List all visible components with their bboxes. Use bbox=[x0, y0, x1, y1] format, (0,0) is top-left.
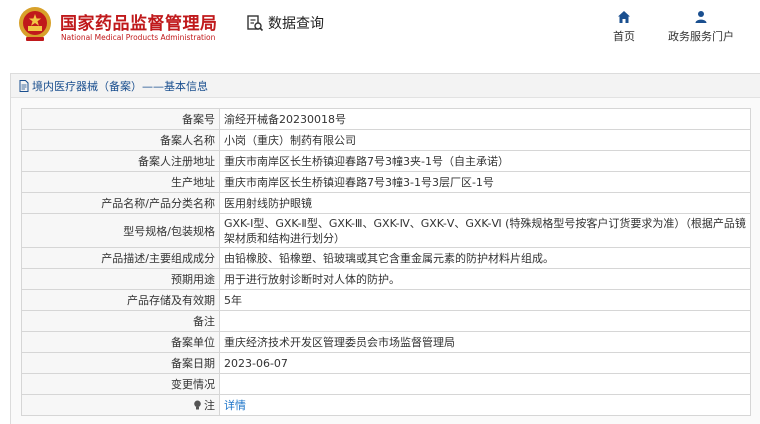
table-row: 备案号 渝经开械备20230018号 bbox=[21, 108, 751, 130]
row-value: 5年 bbox=[219, 289, 751, 311]
row-label: 产品名称/产品分类名称 bbox=[21, 192, 220, 214]
row-value: 重庆市南岸区长生桥镇迎春路7号3幢3-1号3层厂区-1号 bbox=[219, 171, 751, 193]
row-value: 由铅橡胶、铅橡塑、铅玻璃或其它含重金属元素的防护材料片组成。 bbox=[219, 247, 751, 269]
table-row: 产品名称/产品分类名称 医用射线防护眼镜 bbox=[21, 192, 751, 214]
row-label: 备案人注册地址 bbox=[21, 150, 220, 172]
row-label: 备案人名称 bbox=[21, 129, 220, 151]
table-row: 备案人名称 小岗（重庆）制药有限公司 bbox=[21, 129, 751, 151]
site-title-en[interactable]: National Medical Products Administration bbox=[61, 33, 215, 42]
table-row: 备案单位 重庆经济技术开发区管理委员会市场监督管理局 bbox=[21, 331, 751, 353]
row-label: 注 bbox=[204, 399, 215, 412]
user-icon bbox=[695, 11, 707, 23]
table-row: 注 详情 bbox=[21, 394, 751, 416]
row-label: 产品存储及有效期 bbox=[21, 289, 220, 311]
nav-portal-label: 政务服务门户 bbox=[668, 30, 734, 43]
table-row: 型号规格/包装规格 GXK-Ⅰ型、GXK-Ⅱ型、GXK-Ⅲ、GXK-Ⅳ、GXK-… bbox=[21, 213, 751, 248]
row-value bbox=[219, 373, 751, 395]
table-row: 备案日期 2023-06-07 bbox=[21, 352, 751, 374]
row-label: 型号规格/包装规格 bbox=[21, 213, 220, 248]
data-query-link[interactable]: 数据查询 bbox=[246, 13, 324, 33]
row-label: 备案号 bbox=[21, 108, 220, 130]
data-query-label: 数据查询 bbox=[268, 16, 324, 32]
row-value: 医用射线防护眼镜 bbox=[219, 192, 751, 214]
nav-home[interactable]: 首页 bbox=[608, 10, 640, 44]
home-icon bbox=[618, 11, 630, 23]
info-panel: 境内医疗器械（备案）——基本信息 备案号 渝经开械备20230018号 备案人名… bbox=[10, 73, 760, 424]
row-label: 生产地址 bbox=[21, 171, 220, 193]
search-doc-icon bbox=[247, 15, 264, 32]
table-row: 产品描述/主要组成成分 由铅橡胶、铅橡塑、铅玻璃或其它含重金属元素的防护材料片组… bbox=[21, 247, 751, 269]
row-value: 小岗（重庆）制药有限公司 bbox=[219, 129, 751, 151]
row-value: 用于进行放射诊断时对人体的防护。 bbox=[219, 268, 751, 290]
row-value: 2023-06-07 bbox=[219, 352, 751, 374]
national-emblem-icon bbox=[19, 7, 51, 41]
details-link[interactable]: 详情 bbox=[224, 399, 246, 412]
document-icon bbox=[19, 79, 29, 92]
row-label: 预期用途 bbox=[21, 268, 220, 290]
note-label-cell: 注 bbox=[21, 394, 220, 416]
row-value: 详情 bbox=[219, 394, 751, 416]
table-row: 变更情况 bbox=[21, 373, 751, 395]
row-value bbox=[219, 310, 751, 332]
lightbulb-icon bbox=[194, 400, 201, 410]
panel-title: 境内医疗器械（备案）——基本信息 bbox=[11, 74, 760, 98]
table-row: 备案人注册地址 重庆市南岸区长生桥镇迎春路7号3幢3夹-1号（自主承诺） bbox=[21, 150, 751, 172]
row-value: 重庆市南岸区长生桥镇迎春路7号3幢3夹-1号（自主承诺） bbox=[219, 150, 751, 172]
row-label: 备案日期 bbox=[21, 352, 220, 374]
row-label: 备注 bbox=[21, 310, 220, 332]
site-header: 国家药品监督管理局 National Medical Products Admi… bbox=[0, 0, 760, 60]
table-row: 备注 bbox=[21, 310, 751, 332]
panel-title-text: 境内医疗器械（备案）——基本信息 bbox=[32, 79, 208, 93]
table-row: 预期用途 用于进行放射诊断时对人体的防护。 bbox=[21, 268, 751, 290]
row-label: 备案单位 bbox=[21, 331, 220, 353]
row-label: 变更情况 bbox=[21, 373, 220, 395]
row-label: 产品描述/主要组成成分 bbox=[21, 247, 220, 269]
site-title-cn[interactable]: 国家药品监督管理局 bbox=[60, 9, 218, 34]
table-row: 产品存储及有效期 5年 bbox=[21, 289, 751, 311]
row-value: GXK-Ⅰ型、GXK-Ⅱ型、GXK-Ⅲ、GXK-Ⅳ、GXK-Ⅴ、GXK-Ⅵ (特… bbox=[219, 213, 751, 248]
table-row: 生产地址 重庆市南岸区长生桥镇迎春路7号3幢3-1号3层厂区-1号 bbox=[21, 171, 751, 193]
nav-home-label: 首页 bbox=[613, 30, 635, 43]
row-value: 渝经开械备20230018号 bbox=[219, 108, 751, 130]
nav-portal[interactable]: 政务服务门户 bbox=[660, 10, 742, 44]
row-value: 重庆经济技术开发区管理委员会市场监督管理局 bbox=[219, 331, 751, 353]
record-table: 备案号 渝经开械备20230018号 备案人名称 小岗（重庆）制药有限公司 备案… bbox=[21, 108, 751, 416]
